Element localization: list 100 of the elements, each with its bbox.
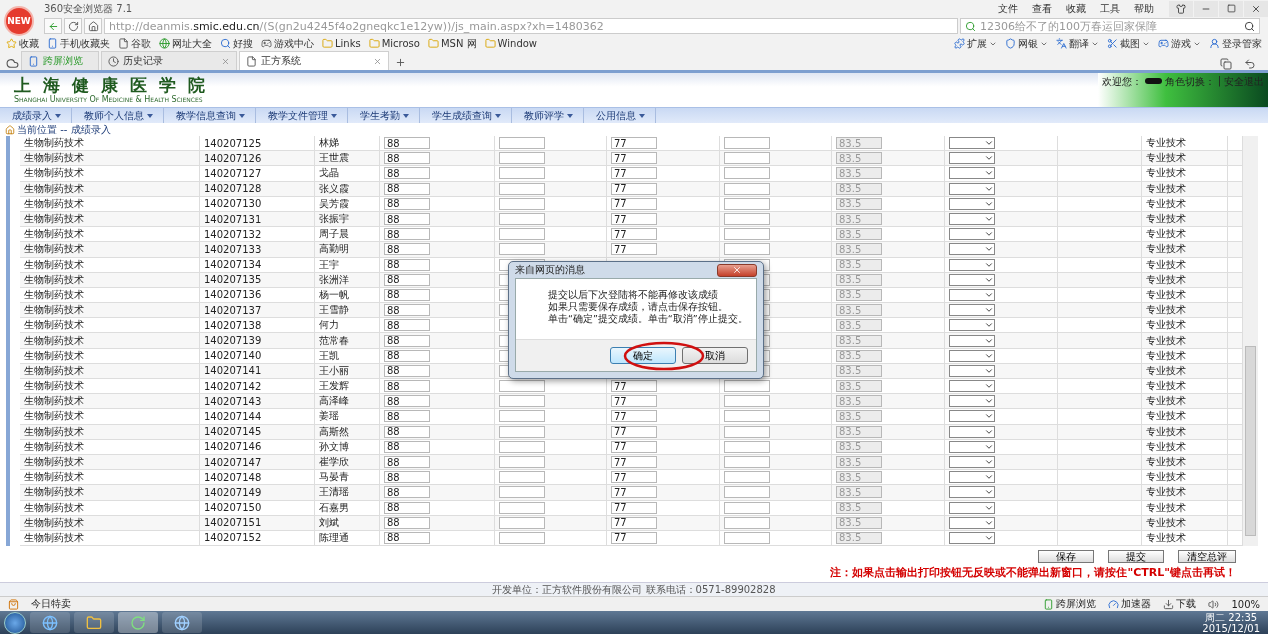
table-cell: 高泽峰 — [315, 394, 380, 409]
table-cell: 专业技术 — [1142, 303, 1228, 318]
table-cell: 生物制药技术 — [20, 166, 200, 181]
clock-date: 2015/12/01 — [1202, 622, 1260, 634]
total-score-field: 83.5 — [836, 304, 882, 317]
table-cell: 生物制药技术 — [20, 227, 200, 242]
total-score-field: 83.5 — [836, 380, 882, 393]
total-score-field: 83.5 — [836, 319, 882, 332]
table-cell: 生物制药技术 — [20, 333, 200, 348]
table-cell: 生物制药技术 — [20, 196, 200, 211]
table-cell: 专业技术 — [1142, 424, 1228, 439]
total-score-field: 83.5 — [836, 531, 882, 544]
table-cell: 140207144 — [200, 409, 315, 424]
table-cell: 专业技术 — [1142, 196, 1228, 211]
table-cell: 专业技术 — [1142, 515, 1228, 530]
table-cell: 140207131 — [200, 211, 315, 227]
total-score-field: 83.5 — [836, 137, 882, 150]
table-cell: 吴芳霞 — [315, 196, 380, 211]
table-cell: 专业技术 — [1142, 439, 1228, 454]
table-cell: 140207126 — [200, 151, 315, 166]
table-cell: 张振宇 — [315, 211, 380, 227]
total-score-field: 83.5 — [836, 152, 882, 165]
total-score-field: 83.5 — [836, 182, 882, 195]
table-cell: 王雪静 — [315, 303, 380, 318]
table-cell: 140207133 — [200, 242, 315, 257]
total-score-field: 83.5 — [836, 440, 882, 453]
table-cell: 专业技术 — [1142, 530, 1228, 546]
table-cell: 专业技术 — [1142, 287, 1228, 303]
table-cell: 专业技术 — [1142, 333, 1228, 348]
dialog-message: 提交以后下次登陆将不能再修改该成绩 — [548, 289, 719, 300]
table-cell: 生物制药技术 — [20, 394, 200, 409]
warning-note: 注：如果点击输出打印按钮无反映或不能弹出新窗口，请按住"CTRL"键点击再试！ — [830, 565, 1236, 580]
table-cell: 专业技术 — [1142, 409, 1228, 424]
table-cell: 140207141 — [200, 363, 315, 378]
table-cell: 140207132 — [200, 227, 315, 242]
table-cell: 专业技术 — [1142, 272, 1228, 287]
table-cell: 140207147 — [200, 454, 315, 470]
total-score-field: 83.5 — [836, 486, 882, 499]
welcome-label: 欢迎您： — [1102, 75, 1142, 89]
total-score-field: 83.5 — [836, 456, 882, 469]
dialog-title: 来自网页的消息 — [515, 263, 585, 277]
table-cell: 生物制药技术 — [20, 454, 200, 470]
table-cell: 生物制药技术 — [20, 287, 200, 303]
table-cell: 高斯然 — [315, 424, 380, 439]
total-score-field: 83.5 — [836, 364, 882, 377]
table-cell: 专业技术 — [1142, 242, 1228, 257]
table-cell: 140207148 — [200, 470, 315, 485]
table-cell: 专业技术 — [1142, 348, 1228, 363]
table-cell: 石嘉男 — [315, 500, 380, 515]
table-cell: 林娣 — [315, 136, 380, 151]
table-cell: 专业技术 — [1142, 136, 1228, 151]
table-cell: 140207143 — [200, 394, 315, 409]
table-cell: 专业技术 — [1142, 363, 1228, 378]
total-score-field: 83.5 — [836, 228, 882, 241]
table-cell: 专业技术 — [1142, 454, 1228, 470]
table-cell: 140207136 — [200, 287, 315, 303]
clock-time: 周二 22:35 — [1205, 611, 1258, 623]
total-score-field: 83.5 — [836, 288, 882, 301]
table-cell: 专业技术 — [1142, 470, 1228, 485]
table-cell: 专业技术 — [1142, 394, 1228, 409]
table-cell: 马晏青 — [315, 470, 380, 485]
table-cell: 杨一帆 — [315, 287, 380, 303]
table-cell: 专业技术 — [1142, 485, 1228, 500]
table-cell: 何力 — [315, 318, 380, 333]
total-score-field: 83.5 — [836, 258, 882, 271]
table-cell: 王发辉 — [315, 379, 380, 394]
table-cell: 生物制药技术 — [20, 409, 200, 424]
total-score-field: 83.5 — [836, 425, 882, 438]
total-score-field: 83.5 — [836, 471, 882, 484]
table-cell: 王小丽 — [315, 363, 380, 378]
table-cell: 生物制药技术 — [20, 151, 200, 166]
table-cell: 高勤明 — [315, 242, 380, 257]
table-cell: 生物制药技术 — [20, 303, 200, 318]
table-cell: 崔学欣 — [315, 454, 380, 470]
table-cell: 140207142 — [200, 379, 315, 394]
window-title: 360安全浏览器 7.1 — [44, 1, 133, 16]
table-cell: 陈理通 — [315, 530, 380, 546]
page-footer: 开发单位：正方软件股份有限公司 联系电话：0571-89902828 — [0, 582, 1268, 596]
table-cell: 140207130 — [200, 196, 315, 211]
table-cell: 生物制药技术 — [20, 424, 200, 439]
separator-text: | — [1217, 75, 1221, 86]
table-cell: 生物制药技术 — [20, 242, 200, 257]
total-score-field: 83.5 — [836, 410, 882, 423]
table-cell: 张义霞 — [315, 181, 380, 196]
table-cell: 140207149 — [200, 485, 315, 500]
total-score-field: 83.5 — [836, 516, 882, 529]
total-score-field: 83.5 — [836, 273, 882, 286]
table-cell: 孙文博 — [315, 439, 380, 454]
table-cell: 专业技术 — [1142, 257, 1228, 272]
table-cell: 专业技术 — [1142, 500, 1228, 515]
table-cell: 140207134 — [200, 257, 315, 272]
table-cell: 生物制药技术 — [20, 363, 200, 378]
table-cell: 生物制药技术 — [20, 136, 200, 151]
table-cell: 生物制药技术 — [20, 470, 200, 485]
table-cell: 生物制药技术 — [20, 500, 200, 515]
total-score-field: 83.5 — [836, 501, 882, 514]
table-cell: 140207128 — [200, 181, 315, 196]
table-cell: 生物制药技术 — [20, 257, 200, 272]
table-cell: 生物制药技术 — [20, 530, 200, 546]
table-cell: 生物制药技术 — [20, 379, 200, 394]
